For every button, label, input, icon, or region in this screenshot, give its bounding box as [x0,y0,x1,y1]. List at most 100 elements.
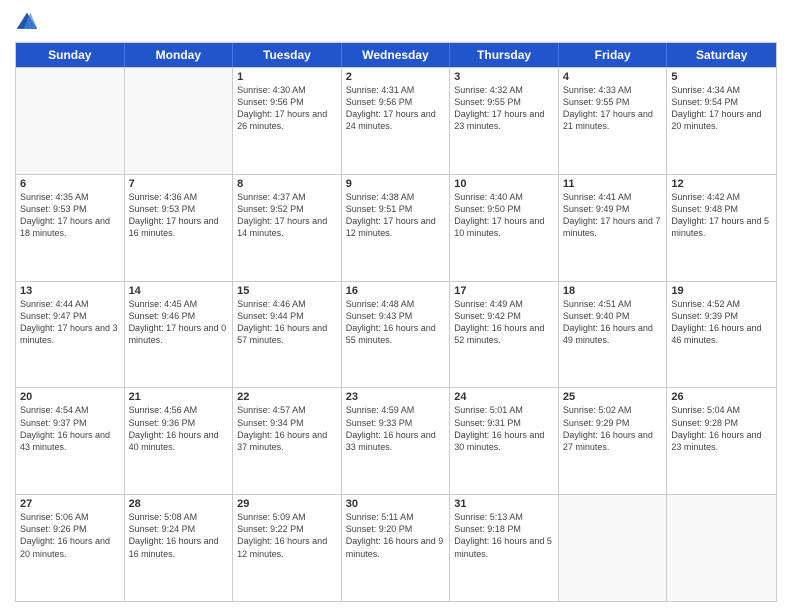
day-info: Sunrise: 4:57 AM Sunset: 9:34 PM Dayligh… [237,404,337,453]
day-number: 17 [454,285,554,297]
day-info: Sunrise: 5:04 AM Sunset: 9:28 PM Dayligh… [671,404,772,453]
calendar-week-3: 13Sunrise: 4:44 AM Sunset: 9:47 PM Dayli… [16,281,776,388]
empty-cell [667,495,776,601]
day-info: Sunrise: 4:42 AM Sunset: 9:48 PM Dayligh… [671,191,772,240]
day-number: 14 [129,285,229,297]
day-cell-15: 15Sunrise: 4:46 AM Sunset: 9:44 PM Dayli… [233,282,342,388]
day-info: Sunrise: 5:11 AM Sunset: 9:20 PM Dayligh… [346,511,446,560]
day-cell-5: 5Sunrise: 4:34 AM Sunset: 9:54 PM Daylig… [667,68,776,174]
day-number: 7 [129,178,229,190]
day-number: 31 [454,498,554,510]
logo-icon [15,10,39,34]
day-of-week-monday: Monday [125,43,234,67]
day-info: Sunrise: 4:59 AM Sunset: 9:33 PM Dayligh… [346,404,446,453]
day-number: 10 [454,178,554,190]
page: SundayMondayTuesdayWednesdayThursdayFrid… [0,0,792,612]
day-cell-12: 12Sunrise: 4:42 AM Sunset: 9:48 PM Dayli… [667,175,776,281]
day-cell-27: 27Sunrise: 5:06 AM Sunset: 9:26 PM Dayli… [16,495,125,601]
day-info: Sunrise: 4:31 AM Sunset: 9:56 PM Dayligh… [346,84,446,133]
day-number: 13 [20,285,120,297]
day-info: Sunrise: 4:46 AM Sunset: 9:44 PM Dayligh… [237,298,337,347]
day-info: Sunrise: 4:49 AM Sunset: 9:42 PM Dayligh… [454,298,554,347]
day-info: Sunrise: 4:40 AM Sunset: 9:50 PM Dayligh… [454,191,554,240]
day-cell-23: 23Sunrise: 4:59 AM Sunset: 9:33 PM Dayli… [342,388,451,494]
day-number: 2 [346,71,446,83]
calendar: SundayMondayTuesdayWednesdayThursdayFrid… [15,42,777,602]
day-info: Sunrise: 4:41 AM Sunset: 9:49 PM Dayligh… [563,191,663,240]
day-number: 1 [237,71,337,83]
day-number: 8 [237,178,337,190]
day-cell-22: 22Sunrise: 4:57 AM Sunset: 9:34 PM Dayli… [233,388,342,494]
day-of-week-saturday: Saturday [667,43,776,67]
day-of-week-wednesday: Wednesday [342,43,451,67]
day-cell-1: 1Sunrise: 4:30 AM Sunset: 9:56 PM Daylig… [233,68,342,174]
day-cell-11: 11Sunrise: 4:41 AM Sunset: 9:49 PM Dayli… [559,175,668,281]
calendar-body: 1Sunrise: 4:30 AM Sunset: 9:56 PM Daylig… [16,67,776,601]
day-cell-3: 3Sunrise: 4:32 AM Sunset: 9:55 PM Daylig… [450,68,559,174]
empty-cell [125,68,234,174]
day-cell-30: 30Sunrise: 5:11 AM Sunset: 9:20 PM Dayli… [342,495,451,601]
day-info: Sunrise: 5:06 AM Sunset: 9:26 PM Dayligh… [20,511,120,560]
day-cell-20: 20Sunrise: 4:54 AM Sunset: 9:37 PM Dayli… [16,388,125,494]
day-info: Sunrise: 4:52 AM Sunset: 9:39 PM Dayligh… [671,298,772,347]
day-number: 9 [346,178,446,190]
day-number: 3 [454,71,554,83]
day-number: 19 [671,285,772,297]
calendar-week-5: 27Sunrise: 5:06 AM Sunset: 9:26 PM Dayli… [16,494,776,601]
day-info: Sunrise: 5:08 AM Sunset: 9:24 PM Dayligh… [129,511,229,560]
day-cell-7: 7Sunrise: 4:36 AM Sunset: 9:53 PM Daylig… [125,175,234,281]
day-info: Sunrise: 5:09 AM Sunset: 9:22 PM Dayligh… [237,511,337,560]
day-info: Sunrise: 4:44 AM Sunset: 9:47 PM Dayligh… [20,298,120,347]
header [15,10,777,34]
day-cell-18: 18Sunrise: 4:51 AM Sunset: 9:40 PM Dayli… [559,282,668,388]
day-number: 16 [346,285,446,297]
empty-cell [559,495,668,601]
day-cell-8: 8Sunrise: 4:37 AM Sunset: 9:52 PM Daylig… [233,175,342,281]
day-info: Sunrise: 4:51 AM Sunset: 9:40 PM Dayligh… [563,298,663,347]
day-number: 20 [20,391,120,403]
day-cell-21: 21Sunrise: 4:56 AM Sunset: 9:36 PM Dayli… [125,388,234,494]
day-number: 21 [129,391,229,403]
day-info: Sunrise: 4:54 AM Sunset: 9:37 PM Dayligh… [20,404,120,453]
day-info: Sunrise: 4:56 AM Sunset: 9:36 PM Dayligh… [129,404,229,453]
day-number: 6 [20,178,120,190]
day-number: 12 [671,178,772,190]
calendar-week-1: 1Sunrise: 4:30 AM Sunset: 9:56 PM Daylig… [16,67,776,174]
day-cell-2: 2Sunrise: 4:31 AM Sunset: 9:56 PM Daylig… [342,68,451,174]
day-number: 22 [237,391,337,403]
day-info: Sunrise: 4:30 AM Sunset: 9:56 PM Dayligh… [237,84,337,133]
day-info: Sunrise: 4:32 AM Sunset: 9:55 PM Dayligh… [454,84,554,133]
day-info: Sunrise: 4:38 AM Sunset: 9:51 PM Dayligh… [346,191,446,240]
day-number: 26 [671,391,772,403]
day-cell-16: 16Sunrise: 4:48 AM Sunset: 9:43 PM Dayli… [342,282,451,388]
day-cell-31: 31Sunrise: 5:13 AM Sunset: 9:18 PM Dayli… [450,495,559,601]
day-cell-6: 6Sunrise: 4:35 AM Sunset: 9:53 PM Daylig… [16,175,125,281]
day-number: 29 [237,498,337,510]
day-cell-26: 26Sunrise: 5:04 AM Sunset: 9:28 PM Dayli… [667,388,776,494]
day-number: 15 [237,285,337,297]
day-cell-9: 9Sunrise: 4:38 AM Sunset: 9:51 PM Daylig… [342,175,451,281]
day-number: 27 [20,498,120,510]
day-cell-24: 24Sunrise: 5:01 AM Sunset: 9:31 PM Dayli… [450,388,559,494]
day-info: Sunrise: 5:01 AM Sunset: 9:31 PM Dayligh… [454,404,554,453]
day-info: Sunrise: 4:48 AM Sunset: 9:43 PM Dayligh… [346,298,446,347]
day-info: Sunrise: 4:45 AM Sunset: 9:46 PM Dayligh… [129,298,229,347]
logo [15,10,43,34]
day-cell-28: 28Sunrise: 5:08 AM Sunset: 9:24 PM Dayli… [125,495,234,601]
day-of-week-sunday: Sunday [16,43,125,67]
day-cell-4: 4Sunrise: 4:33 AM Sunset: 9:55 PM Daylig… [559,68,668,174]
day-cell-25: 25Sunrise: 5:02 AM Sunset: 9:29 PM Dayli… [559,388,668,494]
day-number: 24 [454,391,554,403]
calendar-week-2: 6Sunrise: 4:35 AM Sunset: 9:53 PM Daylig… [16,174,776,281]
day-info: Sunrise: 4:36 AM Sunset: 9:53 PM Dayligh… [129,191,229,240]
day-info: Sunrise: 4:33 AM Sunset: 9:55 PM Dayligh… [563,84,663,133]
day-of-week-tuesday: Tuesday [233,43,342,67]
empty-cell [16,68,125,174]
day-cell-10: 10Sunrise: 4:40 AM Sunset: 9:50 PM Dayli… [450,175,559,281]
day-info: Sunrise: 4:35 AM Sunset: 9:53 PM Dayligh… [20,191,120,240]
day-number: 5 [671,71,772,83]
day-cell-29: 29Sunrise: 5:09 AM Sunset: 9:22 PM Dayli… [233,495,342,601]
day-number: 30 [346,498,446,510]
day-info: Sunrise: 4:34 AM Sunset: 9:54 PM Dayligh… [671,84,772,133]
day-of-week-friday: Friday [559,43,668,67]
